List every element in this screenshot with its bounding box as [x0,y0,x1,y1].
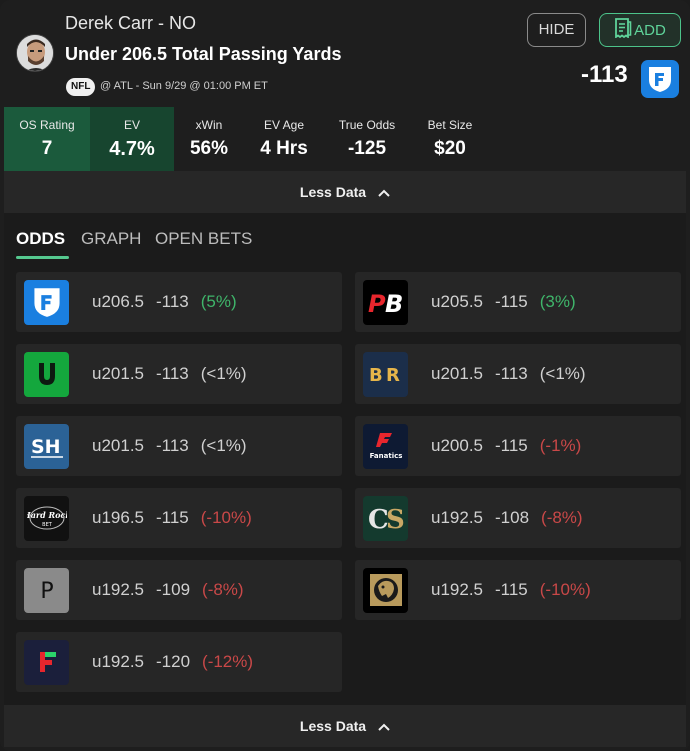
odds-line: u205.5 [431,292,483,311]
svg-text:BET: BET [42,522,53,528]
odds-tile-superbook[interactable]: SH u201.5 -113 (<1%) [16,416,342,476]
svg-text:B: B [385,290,403,317]
odds-edge: (-8%) [202,580,244,599]
unibet-icon [24,351,69,397]
odds-price: -113 [156,436,189,455]
add-button[interactable]: ADD [599,13,681,47]
caesars-icon: C S [363,495,408,541]
odds-price: -120 [156,652,191,671]
odds-tile-betmgm[interactable]: u192.5 -115 (-10%) [355,560,681,620]
odds-line: u192.5 [92,652,144,671]
less-data-label: Less Data [299,184,367,200]
odds-price: -113 [156,364,189,383]
player-avatar [16,34,54,72]
pinnacle-icon: P [24,567,69,613]
odds-line: u192.5 [431,508,483,527]
odds-edge: (5%) [200,292,237,311]
odds-tile-betrivers[interactable]: B R u201.5 -113 (<1%) [355,344,681,404]
odds-edge: (<1%) [539,364,586,383]
svg-text:Fanatics: Fanatics [369,452,402,460]
odds-tile-pinnacle[interactable]: P u192.5 -109 (-8%) [16,560,342,620]
odds-line: u200.5 [431,436,483,455]
tab-odds[interactable]: ODDS [16,229,65,249]
fliff-icon [24,639,69,685]
receipt-icon [614,18,632,42]
betrivers-icon: B R [363,351,408,397]
less-data-toggle-bottom[interactable]: Less Data [4,705,686,747]
active-tab-indicator [16,256,69,259]
odds-edge: (-10%) [539,580,591,599]
svg-text:Hard Rock: Hard Rock [27,510,67,520]
add-label: ADD [634,21,666,39]
svg-text:R: R [386,365,400,386]
odds-price: -115 [495,436,528,455]
stat-os-rating: OS Rating 7 [4,107,90,171]
pointsbet-icon: P B [363,279,408,325]
stat-xwin: xWin 56% [189,118,229,159]
hardrock-icon: Hard Rock BET [24,495,69,541]
odds-tile-fanduel[interactable]: u206.5 -113 (5%) [16,272,342,332]
odds-edge: (<1%) [200,436,247,455]
stat-ev-age: EV Age 4 Hrs [260,118,308,159]
betmgm-icon [363,567,408,613]
odds-line: u201.5 [92,436,144,455]
odds-line: u196.5 [92,508,144,527]
odds-price: -115 [495,580,528,599]
odds-price: -113 [156,292,189,311]
chevron-up-icon [378,184,390,200]
stats-bar: OS Rating 7 EV 4.7% xWin 56% EV Age 4 Hr… [4,107,686,171]
svg-text:SH: SH [31,436,61,458]
stat-ev: EV 4.7% [90,107,174,171]
odds-price: -115 [156,508,189,527]
league-badge: NFL [66,78,96,96]
odds-edge: (<1%) [200,364,247,383]
player-name: Derek Carr - NO [65,13,197,33]
odds-price: -113 [495,364,528,383]
odds-price: -115 [495,292,528,311]
odds-tile-fliff[interactable]: u192.5 -120 (-12%) [16,632,342,692]
odds-line: u201.5 [431,364,483,383]
fanatics-icon: Fanatics [363,423,408,469]
less-data-label: Less Data [299,718,367,734]
superbook-icon: SH [24,423,69,469]
odds-tile-unibet[interactable]: u201.5 -113 (<1%) [16,344,342,404]
chevron-up-icon [378,718,390,734]
odds-price: -109 [156,580,191,599]
odds-edge: (3%) [539,292,576,311]
market-title: Under 206.5 Total Passing Yards [65,44,342,64]
odds-edge: (-1%) [539,436,582,455]
odds-line: u206.5 [92,292,144,311]
fanduel-icon [641,60,679,98]
current-odds: -113 [581,61,628,88]
odds-edge: (-12%) [202,652,254,671]
svg-text:P: P [40,579,53,604]
odds-edge: (-8%) [541,508,583,527]
less-data-toggle-top[interactable]: Less Data [4,171,686,213]
odds-price: -108 [495,508,530,527]
tab-graph[interactable]: GRAPH [81,229,141,249]
svg-text:P: P [368,290,386,317]
bet-header: Derek Carr - NO Under 206.5 Total Passin… [0,0,690,107]
odds-tile-pointsbet[interactable]: P B u205.5 -115 (3%) [355,272,681,332]
bet-card: Derek Carr - NO Under 206.5 Total Passin… [0,0,690,751]
svg-text:B: B [369,365,383,386]
odds-line: u201.5 [92,364,144,383]
odds-tile-fanatics[interactable]: Fanatics u200.5 -115 (-1%) [355,416,681,476]
game-info: @ ATL - Sun 9/29 @ 01:00 PM ET [100,80,268,92]
odds-tile-caesars[interactable]: C S u192.5 -108 (-8%) [355,488,681,548]
svg-text:S: S [386,505,405,533]
odds-line: u192.5 [431,580,483,599]
odds-edge: (-10%) [200,508,252,527]
stat-true-odds: True Odds -125 [338,118,396,159]
odds-tile-hardrock[interactable]: Hard Rock BET u196.5 -115 (-10%) [16,488,342,548]
odds-line: u192.5 [92,580,144,599]
tab-open-bets[interactable]: OPEN BETS [155,229,252,249]
hide-button[interactable]: HIDE [527,13,586,47]
stat-bet-size: Bet Size $20 [427,118,473,159]
fanduel-icon [24,279,69,325]
